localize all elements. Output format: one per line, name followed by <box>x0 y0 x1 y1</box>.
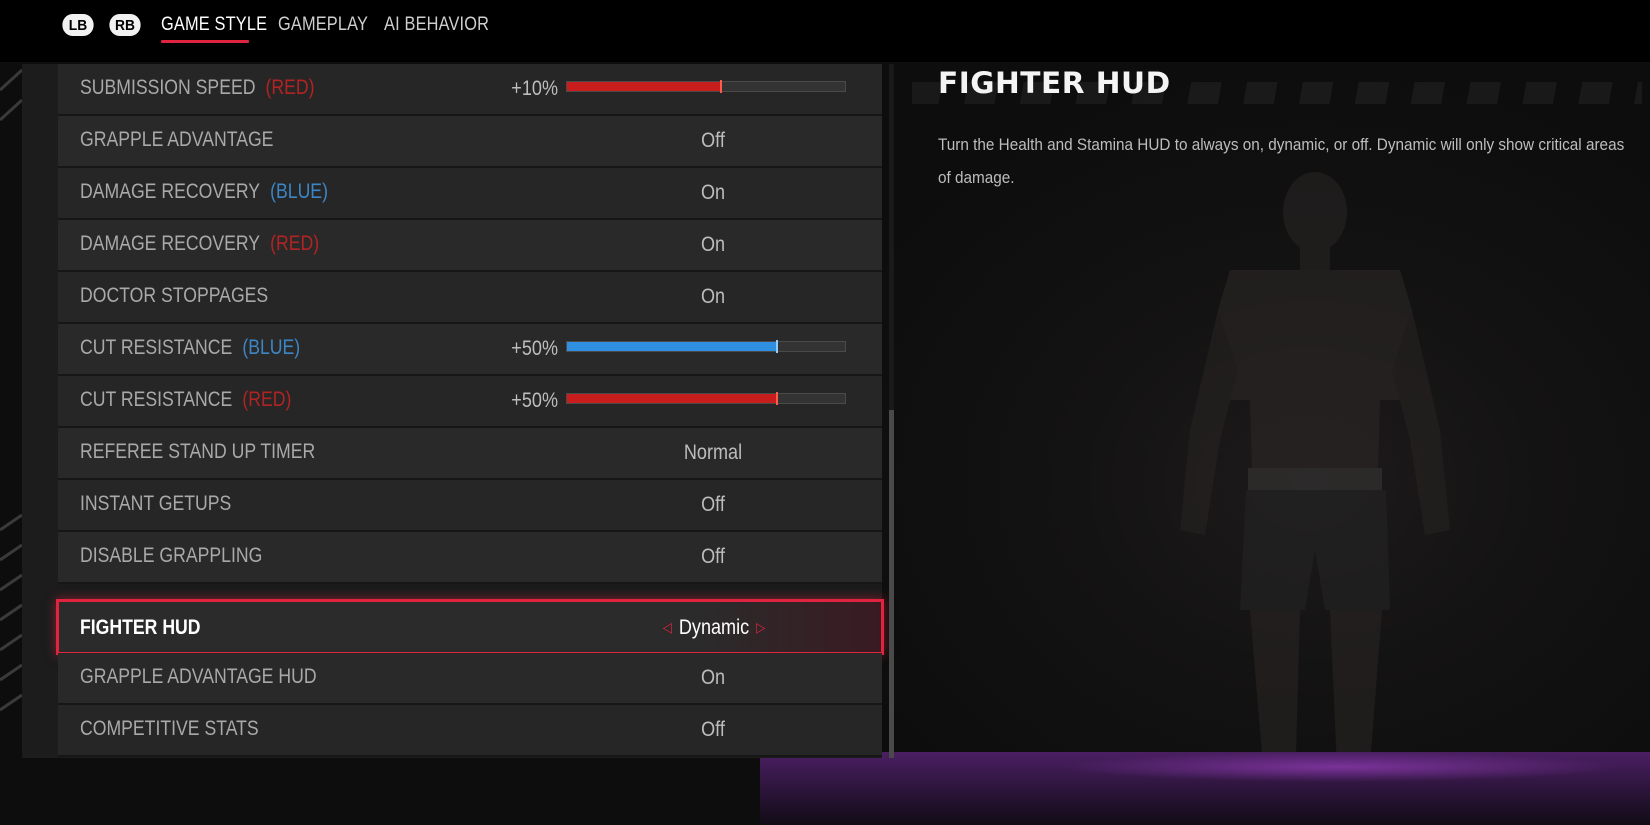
setting-slider[interactable] <box>566 340 846 353</box>
setting-value: Off <box>701 493 725 516</box>
setting-value: On <box>700 181 726 204</box>
lb-bumper-icon[interactable]: LB <box>62 14 94 36</box>
setting-row-disable-grappling[interactable]: DISABLE GRAPPLING Off <box>58 532 882 584</box>
setting-percent: +10% <box>511 77 558 100</box>
setting-value: Off <box>701 129 725 152</box>
setting-row-cut-resistance-red[interactable]: CUT RESISTANCE (RED) +50% <box>58 376 882 428</box>
setting-slider[interactable] <box>566 80 846 93</box>
tab-ai-behavior[interactable]: AI BEHAVIOR <box>384 14 489 36</box>
blue-corner-tag: (BLUE) <box>242 336 301 359</box>
setting-label: DISABLE GRAPPLING <box>80 544 263 567</box>
setting-percent: +50% <box>511 389 558 412</box>
setting-label: CUT RESISTANCE (RED) <box>80 388 292 411</box>
setting-row-submission-speed-red[interactable]: SUBMISSION SPEED (RED) +10% <box>58 64 882 116</box>
setting-row-instant-getups[interactable]: INSTANT GETUPS Off <box>58 480 882 532</box>
blue-corner-tag: (BLUE) <box>270 180 328 203</box>
setting-row-competitive-stats[interactable]: COMPETITIVE STATS Off <box>58 705 882 757</box>
slider-fill <box>567 80 722 93</box>
right-triangle-icon[interactable]: ▷ <box>756 619 765 636</box>
setting-value: On <box>700 233 726 256</box>
red-corner-tag: (RED) <box>270 232 320 255</box>
slider-fill <box>567 392 777 405</box>
setting-value: On <box>700 285 726 308</box>
setting-row-damage-recovery-blue[interactable]: DAMAGE RECOVERY (BLUE) On <box>58 168 882 220</box>
detail-title: FIGHTER HUD <box>938 66 1171 100</box>
active-tab-underline <box>161 40 249 43</box>
setting-label: GRAPPLE ADVANTAGE <box>80 128 274 151</box>
floor-glow <box>1060 752 1620 782</box>
setting-value: Dynamic <box>678 616 750 639</box>
setting-slider[interactable] <box>566 392 846 405</box>
setting-value: On <box>700 666 726 689</box>
setting-label: DAMAGE RECOVERY (RED) <box>80 232 320 255</box>
tab-game-style[interactable]: GAME STYLE <box>161 14 267 36</box>
setting-label: GRAPPLE ADVANTAGE HUD <box>80 665 317 688</box>
setting-label: REFEREE STAND UP TIMER <box>80 440 316 463</box>
setting-label: CUT RESISTANCE (BLUE) <box>80 336 301 359</box>
setting-row-fighter-hud[interactable]: FIGHTER HUD ◁ Dynamic ▷ <box>56 599 884 655</box>
red-corner-tag: (RED) <box>242 388 292 411</box>
setting-label: COMPETITIVE STATS <box>80 717 259 740</box>
tab-gameplay[interactable]: GAMEPLAY <box>278 14 368 36</box>
setting-value: Off <box>701 545 725 568</box>
red-corner-tag: (RED) <box>265 76 315 99</box>
setting-value: Off <box>701 718 725 741</box>
setting-percent: +50% <box>511 337 558 360</box>
top-nav-bar: LB RB GAME STYLE GAMEPLAY AI BEHAVIOR <box>0 0 1650 62</box>
setting-label: INSTANT GETUPS <box>80 492 232 515</box>
setting-row-cut-resistance-blue[interactable]: CUT RESISTANCE (BLUE) +50% <box>58 324 882 376</box>
fighter-silhouette <box>1180 172 1450 790</box>
setting-row-grapple-advantage-hud[interactable]: GRAPPLE ADVANTAGE HUD On <box>58 653 882 705</box>
setting-row-doctor-stoppages[interactable]: DOCTOR STOPPAGES On <box>58 272 882 324</box>
detail-description: Turn the Health and Stamina HUD to alway… <box>938 135 1625 187</box>
setting-row-grapple-advantage[interactable]: GRAPPLE ADVANTAGE Off <box>58 116 882 168</box>
setting-label: DAMAGE RECOVERY (BLUE) <box>80 180 328 203</box>
setting-row-referee-stand-up-timer[interactable]: REFEREE STAND UP TIMER Normal <box>58 428 882 480</box>
setting-value: Normal <box>683 441 743 464</box>
left-edge-decoration <box>0 68 24 712</box>
setting-label: FIGHTER HUD <box>80 616 201 639</box>
scrollbar-thumb[interactable] <box>889 410 894 758</box>
setting-label: SUBMISSION SPEED (RED) <box>80 76 315 99</box>
left-triangle-icon[interactable]: ◁ <box>663 619 672 636</box>
setting-label: DOCTOR STOPPAGES <box>80 284 269 307</box>
option-selector[interactable]: ◁ Dynamic ▷ <box>632 616 795 640</box>
rb-bumper-icon[interactable]: RB <box>109 14 141 36</box>
setting-row-damage-recovery-red[interactable]: DAMAGE RECOVERY (RED) On <box>58 220 882 272</box>
slider-fill <box>567 340 777 353</box>
